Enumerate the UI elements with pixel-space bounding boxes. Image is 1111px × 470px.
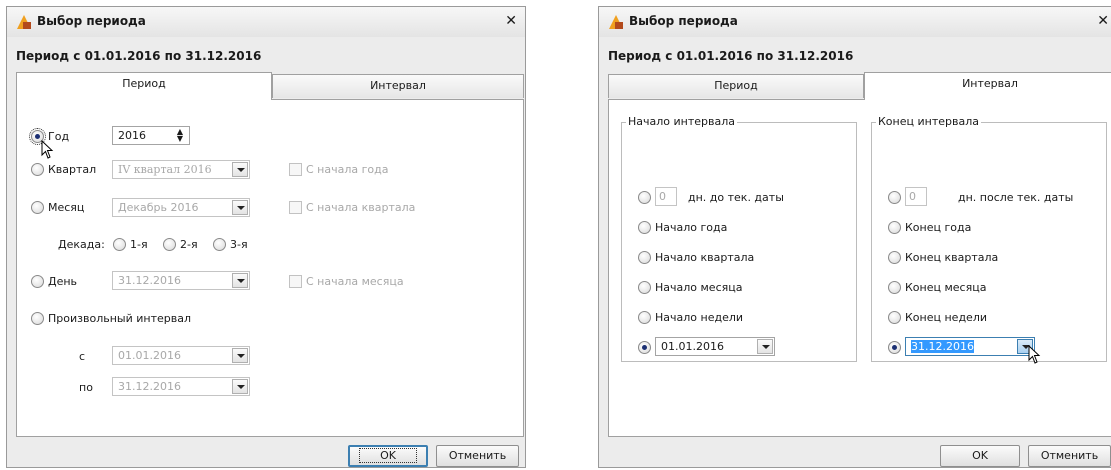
dialog-title: Выбор периода xyxy=(37,14,146,28)
end-month-radio[interactable] xyxy=(888,281,901,294)
close-icon[interactable]: ✕ xyxy=(505,13,517,29)
tab-interval[interactable]: Интервал xyxy=(864,72,1111,100)
from-label: с xyxy=(79,350,86,363)
end-date-value: 31.12.2016 xyxy=(911,340,974,353)
end-week-label: Конец недели xyxy=(905,311,987,324)
cancel-button[interactable]: Отменить xyxy=(436,445,519,467)
month-select[interactable]: Декабрь 2016 xyxy=(112,198,250,217)
start-date-value: 01.01.2016 xyxy=(661,340,724,353)
start-interval-legend: Начало интервала xyxy=(626,115,738,128)
end-days-radio[interactable] xyxy=(888,191,901,204)
chevron-down-icon[interactable] xyxy=(757,339,773,354)
dialog-title: Выбор периода xyxy=(629,14,738,28)
ok-button[interactable]: OK xyxy=(348,445,428,467)
chevron-down-icon[interactable] xyxy=(232,379,248,394)
chevron-down-icon[interactable] xyxy=(232,273,248,288)
period-dialog-1: Выбор периода ✕ Период с 01.01.2016 по 3… xyxy=(6,6,526,468)
mouse-cursor-icon xyxy=(1028,345,1041,364)
interval-panel: Начало интервала 0 дн. до тек. даты Нача… xyxy=(608,99,1111,437)
custom-interval-label: Произвольный интервал xyxy=(48,312,191,325)
day-radio[interactable] xyxy=(31,275,44,288)
end-days-input[interactable]: 0 xyxy=(905,187,927,206)
quarter-value: IV квартал 2016 xyxy=(118,163,212,176)
to-label: по xyxy=(79,381,93,394)
end-year-label: Конец года xyxy=(905,221,972,234)
end-quarter-label: Конец квартала xyxy=(905,251,999,264)
end-interval-group: Конец интервала 0 дн. после тек. даты Ко… xyxy=(871,115,1107,364)
decade-3-radio[interactable] xyxy=(213,238,226,251)
end-date-picker[interactable]: 31.12.2016 xyxy=(905,337,1035,356)
decade-1-label: 1-я xyxy=(130,238,148,251)
from-date-picker[interactable]: 01.01.2016 xyxy=(112,346,250,365)
custom-interval-radio[interactable] xyxy=(31,312,44,325)
month-from-quarter-checkbox[interactable] xyxy=(289,201,302,214)
start-days-label: дн. до тек. даты xyxy=(688,191,784,204)
day-label: День xyxy=(48,275,78,288)
quarter-from-year-checkbox[interactable] xyxy=(289,163,302,176)
start-week-radio[interactable] xyxy=(638,311,651,324)
start-days-radio[interactable] xyxy=(638,191,651,204)
start-week-label: Начало недели xyxy=(655,311,744,324)
chevron-down-icon[interactable] xyxy=(232,162,248,177)
period-summary: Период с 01.01.2016 по 31.12.2016 xyxy=(608,49,854,63)
month-value: Декабрь 2016 xyxy=(118,201,199,214)
day-from-month-label: С начала месяца xyxy=(306,275,404,288)
day-date-picker[interactable]: 31.12.2016 xyxy=(112,271,250,290)
cancel-button[interactable]: Отменить xyxy=(1028,445,1111,467)
spinner-icon[interactable]: ▲ ▼ xyxy=(174,128,186,143)
start-year-radio[interactable] xyxy=(638,221,651,234)
period-dialog-2: Выбор периода ✕ Период с 01.01.2016 по 3… xyxy=(598,6,1111,468)
end-days-label: дн. после тек. даты xyxy=(958,191,1074,204)
tab-period[interactable]: Период xyxy=(608,74,864,98)
day-value: 31.12.2016 xyxy=(118,274,181,287)
start-days-input[interactable]: 0 xyxy=(655,187,677,206)
quarter-label: Квартал xyxy=(48,163,97,176)
period-panel: Год 2016 ▲ ▼ Квартал IV квартал 2016 С на… xyxy=(16,99,524,437)
start-month-radio[interactable] xyxy=(638,281,651,294)
app-icon xyxy=(17,15,31,29)
tab-period[interactable]: Период xyxy=(16,72,272,100)
app-icon xyxy=(609,15,623,29)
start-quarter-label: Начало квартала xyxy=(655,251,755,264)
start-quarter-radio[interactable] xyxy=(638,251,651,264)
end-date-radio[interactable] xyxy=(888,341,901,354)
quarter-select[interactable]: IV квартал 2016 xyxy=(112,160,250,179)
start-date-picker[interactable]: 01.01.2016 xyxy=(655,337,775,356)
year-spinner[interactable]: 2016 ▲ ▼ xyxy=(112,126,190,145)
end-quarter-radio[interactable] xyxy=(888,251,901,264)
year-value: 2016 xyxy=(118,129,146,142)
decade-3-label: 3-я xyxy=(230,238,248,251)
end-interval-legend: Конец интервала xyxy=(876,115,981,128)
ok-button[interactable]: OK xyxy=(940,445,1020,467)
period-summary: Период с 01.01.2016 по 31.12.2016 xyxy=(16,49,262,63)
start-interval-group: Начало интервала 0 дн. до тек. даты Нача… xyxy=(621,115,857,362)
decade-1-radio[interactable] xyxy=(113,238,126,251)
decade-2-radio[interactable] xyxy=(163,238,176,251)
month-label: Месяц xyxy=(48,201,85,214)
decade-label: Декада: xyxy=(58,238,105,251)
quarter-from-year-label: С начала года xyxy=(306,163,389,176)
start-year-label: Начало года xyxy=(655,221,728,234)
start-date-radio[interactable] xyxy=(638,341,651,354)
month-radio[interactable] xyxy=(31,201,44,214)
quarter-radio[interactable] xyxy=(31,163,44,176)
start-month-label: Начало месяца xyxy=(655,281,743,294)
from-date-value: 01.01.2016 xyxy=(118,349,181,362)
decade-2-label: 2-я xyxy=(180,238,198,251)
day-from-month-checkbox[interactable] xyxy=(289,275,302,288)
to-date-picker[interactable]: 31.12.2016 xyxy=(112,377,250,396)
mouse-cursor-icon xyxy=(41,140,54,159)
tab-interval[interactable]: Интервал xyxy=(272,74,524,98)
chevron-down-icon[interactable] xyxy=(232,200,248,215)
to-date-value: 31.12.2016 xyxy=(118,380,181,393)
ok-button-label: OK xyxy=(359,448,417,463)
title-bar: Выбор периода ✕ xyxy=(599,7,1111,37)
end-year-radio[interactable] xyxy=(888,221,901,234)
month-from-quarter-label: С начала квартала xyxy=(306,201,416,214)
chevron-down-icon[interactable] xyxy=(232,348,248,363)
close-icon[interactable]: ✕ xyxy=(1097,13,1109,29)
end-week-radio[interactable] xyxy=(888,311,901,324)
end-month-label: Конец месяца xyxy=(905,281,987,294)
title-bar: Выбор периода ✕ xyxy=(7,7,525,37)
